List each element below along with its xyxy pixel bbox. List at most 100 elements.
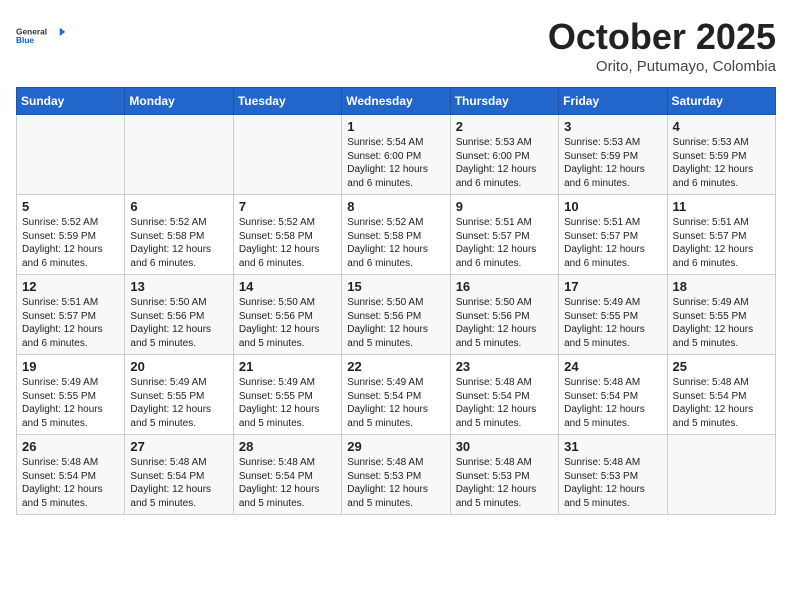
day-number: 28 xyxy=(239,439,336,454)
day-number: 10 xyxy=(564,199,661,214)
calendar-cell: 1 Sunrise: 5:54 AM Sunset: 6:00 PM Daylig… xyxy=(342,115,450,195)
cell-content: Sunrise: 5:50 AM Sunset: 5:56 PM Dayligh… xyxy=(130,296,227,350)
calendar-cell: 21 Sunrise: 5:49 AM Sunset: 5:55 PM Dayli… xyxy=(233,355,341,435)
day-number: 22 xyxy=(347,359,444,374)
cell-content: Sunrise: 5:53 AM Sunset: 5:59 PM Dayligh… xyxy=(564,136,661,190)
calendar-cell: 23Sunrise: 5:48 AM Sunset: 5:54 PM Dayli… xyxy=(450,355,558,435)
cell-content: Sunrise: 5:53 AM Sunset: 6:00 PM Dayligh… xyxy=(456,136,553,190)
calendar-cell: 3 Sunrise: 5:53 AM Sunset: 5:59 PM Daylig… xyxy=(559,115,667,195)
cell-content: Sunrise: 5:48 AM Sunset: 5:54 PM Dayligh… xyxy=(564,376,661,430)
calendar-cell: 9 Sunrise: 5:51 AM Sunset: 5:57 PM Daylig… xyxy=(450,195,558,275)
calendar-cell: 26 Sunrise: 5:48 AM Sunset: 5:54 PM Dayli… xyxy=(17,435,125,515)
cell-content: Sunrise: 5:49 AM Sunset: 5:54 PM Dayligh… xyxy=(347,376,444,430)
calendar-cell: 22 Sunrise: 5:49 AM Sunset: 5:54 PM Dayli… xyxy=(342,355,450,435)
day-number: 16 xyxy=(456,279,553,294)
weekday-header-tuesday: Tuesday xyxy=(233,88,341,115)
cell-content: Sunrise: 5:54 AM Sunset: 6:00 PM Dayligh… xyxy=(347,136,444,190)
calendar-week-row: 1 Sunrise: 5:54 AM Sunset: 6:00 PM Daylig… xyxy=(17,115,776,195)
cell-content: Sunrise: 5:52 AM Sunset: 5:58 PM Dayligh… xyxy=(130,216,227,270)
weekday-header-row: SundayMondayTuesdayWednesdayThursdayFrid… xyxy=(17,88,776,115)
day-number: 18 xyxy=(673,279,770,294)
day-number: 4 xyxy=(673,119,770,134)
day-number: 9 xyxy=(456,199,553,214)
cell-content: Sunrise: 5:48 AM Sunset: 5:53 PM Dayligh… xyxy=(456,456,553,510)
calendar-cell: 13 Sunrise: 5:50 AM Sunset: 5:56 PM Dayli… xyxy=(125,275,233,355)
day-number: 7 xyxy=(239,199,336,214)
day-number: 20 xyxy=(130,359,227,374)
cell-content: Sunrise: 5:52 AM Sunset: 5:59 PM Dayligh… xyxy=(22,216,119,270)
cell-content: Sunrise: 5:51 AM Sunset: 5:57 PM Dayligh… xyxy=(22,296,119,350)
cell-content: Sunrise: 5:48 AM Sunset: 5:54 PM Dayligh… xyxy=(130,456,227,510)
month-title: October 2025 xyxy=(548,16,776,58)
day-number: 1 xyxy=(347,119,444,134)
cell-content: Sunrise: 5:50 AM Sunset: 5:56 PM Dayligh… xyxy=(239,296,336,350)
calendar-week-row: 19 Sunrise: 5:49 AM Sunset: 5:55 PM Dayli… xyxy=(17,355,776,435)
calendar-cell: 8 Sunrise: 5:52 AM Sunset: 5:58 PM Daylig… xyxy=(342,195,450,275)
calendar-week-row: 12 Sunrise: 5:51 AM Sunset: 5:57 PM Dayli… xyxy=(17,275,776,355)
day-number: 17 xyxy=(564,279,661,294)
day-number: 31 xyxy=(564,439,661,454)
cell-content: Sunrise: 5:48 AM Sunset: 5:54 PM Dayligh… xyxy=(22,456,119,510)
calendar-cell xyxy=(667,435,775,515)
cell-content: Sunrise: 5:53 AM Sunset: 5:59 PM Dayligh… xyxy=(673,136,770,190)
day-number: 15 xyxy=(347,279,444,294)
weekday-header-sunday: Sunday xyxy=(17,88,125,115)
logo: General Blue xyxy=(16,16,66,56)
calendar-cell: 6 Sunrise: 5:52 AM Sunset: 5:58 PM Daylig… xyxy=(125,195,233,275)
calendar-cell: 29Sunrise: 5:48 AM Sunset: 5:53 PM Dayli… xyxy=(342,435,450,515)
calendar-cell: 10 Sunrise: 5:51 AM Sunset: 5:57 PM Dayli… xyxy=(559,195,667,275)
calendar-cell: 17Sunrise: 5:49 AM Sunset: 5:55 PM Dayli… xyxy=(559,275,667,355)
calendar-cell: 15 Sunrise: 5:50 AM Sunset: 5:56 PM Dayli… xyxy=(342,275,450,355)
day-number: 6 xyxy=(130,199,227,214)
cell-content: Sunrise: 5:48 AM Sunset: 5:54 PM Dayligh… xyxy=(456,376,553,430)
cell-content: Sunrise: 5:51 AM Sunset: 5:57 PM Dayligh… xyxy=(456,216,553,270)
day-number: 30 xyxy=(456,439,553,454)
calendar-cell: 12 Sunrise: 5:51 AM Sunset: 5:57 PM Dayli… xyxy=(17,275,125,355)
day-number: 8 xyxy=(347,199,444,214)
day-number: 26 xyxy=(22,439,119,454)
day-number: 14 xyxy=(239,279,336,294)
weekday-header-saturday: Saturday xyxy=(667,88,775,115)
weekday-header-wednesday: Wednesday xyxy=(342,88,450,115)
cell-content: Sunrise: 5:48 AM Sunset: 5:54 PM Dayligh… xyxy=(239,456,336,510)
day-number: 13 xyxy=(130,279,227,294)
logo-svg: General Blue xyxy=(16,16,66,56)
cell-content: Sunrise: 5:48 AM Sunset: 5:53 PM Dayligh… xyxy=(564,456,661,510)
calendar-cell xyxy=(233,115,341,195)
calendar-cell xyxy=(125,115,233,195)
cell-content: Sunrise: 5:49 AM Sunset: 5:55 PM Dayligh… xyxy=(130,376,227,430)
title-area: October 2025 Orito, Putumayo, Colombia xyxy=(548,16,776,75)
day-number: 11 xyxy=(673,199,770,214)
calendar-cell: 5Sunrise: 5:52 AM Sunset: 5:59 PM Daylig… xyxy=(17,195,125,275)
calendar-cell: 19 Sunrise: 5:49 AM Sunset: 5:55 PM Dayli… xyxy=(17,355,125,435)
day-number: 21 xyxy=(239,359,336,374)
calendar-week-row: 5Sunrise: 5:52 AM Sunset: 5:59 PM Daylig… xyxy=(17,195,776,275)
weekday-header-monday: Monday xyxy=(125,88,233,115)
cell-content: Sunrise: 5:50 AM Sunset: 5:56 PM Dayligh… xyxy=(347,296,444,350)
calendar-cell: 27Sunrise: 5:48 AM Sunset: 5:54 PM Dayli… xyxy=(125,435,233,515)
cell-content: Sunrise: 5:48 AM Sunset: 5:53 PM Dayligh… xyxy=(347,456,444,510)
day-number: 12 xyxy=(22,279,119,294)
cell-content: Sunrise: 5:52 AM Sunset: 5:58 PM Dayligh… xyxy=(347,216,444,270)
day-number: 19 xyxy=(22,359,119,374)
cell-content: Sunrise: 5:49 AM Sunset: 5:55 PM Dayligh… xyxy=(673,296,770,350)
calendar-cell: 11Sunrise: 5:51 AM Sunset: 5:57 PM Dayli… xyxy=(667,195,775,275)
calendar-cell: 18 Sunrise: 5:49 AM Sunset: 5:55 PM Dayli… xyxy=(667,275,775,355)
day-number: 25 xyxy=(673,359,770,374)
weekday-header-thursday: Thursday xyxy=(450,88,558,115)
cell-content: Sunrise: 5:48 AM Sunset: 5:54 PM Dayligh… xyxy=(673,376,770,430)
cell-content: Sunrise: 5:51 AM Sunset: 5:57 PM Dayligh… xyxy=(564,216,661,270)
calendar-cell: 28 Sunrise: 5:48 AM Sunset: 5:54 PM Dayli… xyxy=(233,435,341,515)
calendar-cell: 4 Sunrise: 5:53 AM Sunset: 5:59 PM Daylig… xyxy=(667,115,775,195)
calendar-cell: 20 Sunrise: 5:49 AM Sunset: 5:55 PM Dayli… xyxy=(125,355,233,435)
calendar-cell: 14 Sunrise: 5:50 AM Sunset: 5:56 PM Dayli… xyxy=(233,275,341,355)
cell-content: Sunrise: 5:49 AM Sunset: 5:55 PM Dayligh… xyxy=(239,376,336,430)
calendar-cell: 30 Sunrise: 5:48 AM Sunset: 5:53 PM Dayli… xyxy=(450,435,558,515)
page-header: General Blue October 2025 Orito, Putumay… xyxy=(16,16,776,75)
weekday-header-friday: Friday xyxy=(559,88,667,115)
cell-content: Sunrise: 5:49 AM Sunset: 5:55 PM Dayligh… xyxy=(22,376,119,430)
day-number: 3 xyxy=(564,119,661,134)
calendar-table: SundayMondayTuesdayWednesdayThursdayFrid… xyxy=(16,87,776,515)
calendar-week-row: 26 Sunrise: 5:48 AM Sunset: 5:54 PM Dayli… xyxy=(17,435,776,515)
svg-text:Blue: Blue xyxy=(16,35,34,45)
